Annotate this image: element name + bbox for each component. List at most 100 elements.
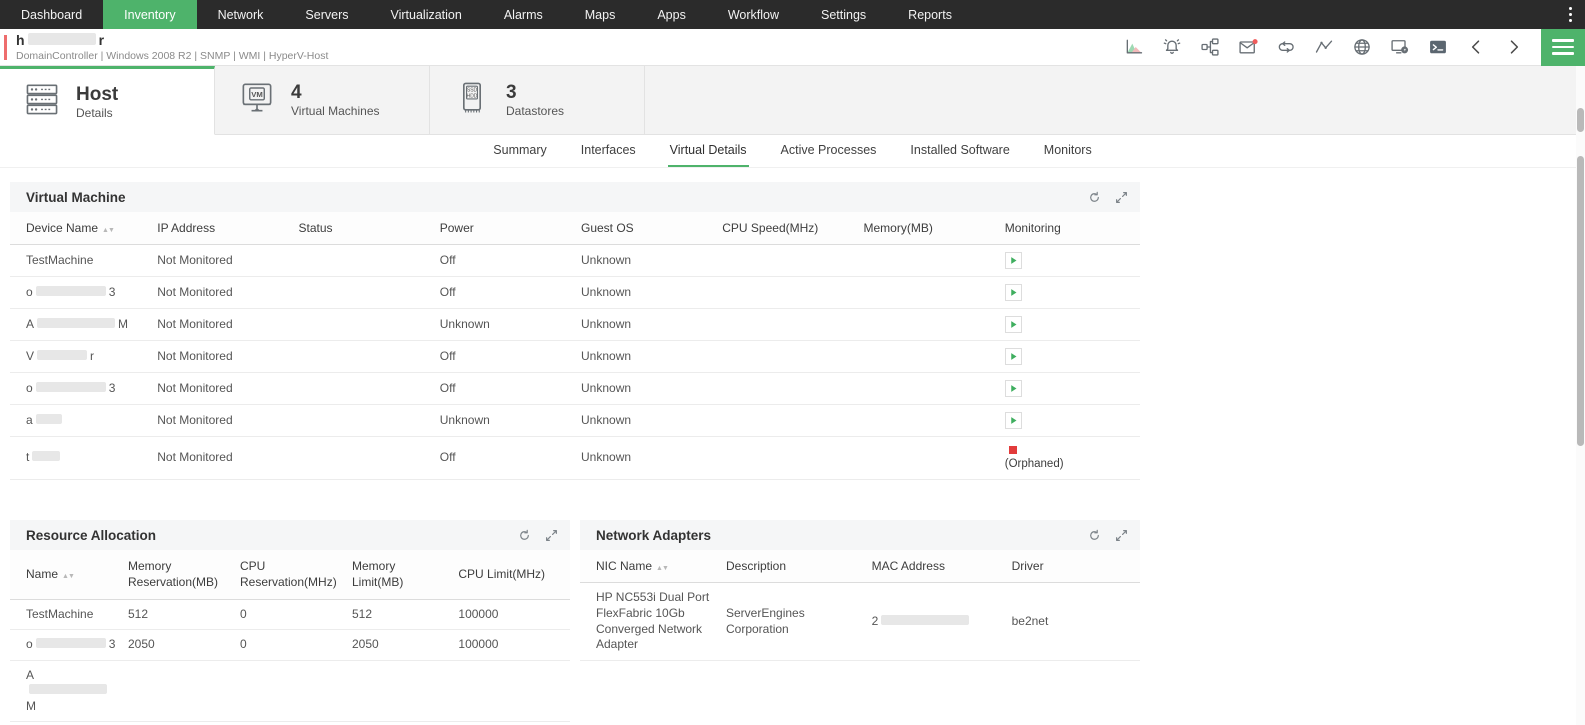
memory-cell xyxy=(858,245,999,277)
kebab-menu-icon[interactable] xyxy=(1555,0,1585,29)
ip-address-cell: Not Monitored xyxy=(151,437,292,480)
terminal-icon[interactable] xyxy=(1423,35,1453,59)
power-cell: Unknown xyxy=(434,309,575,341)
expand-icon[interactable] xyxy=(1115,529,1128,542)
nav-item-network[interactable]: Network xyxy=(197,0,285,29)
host-status-accent xyxy=(4,35,7,60)
topology-icon[interactable] xyxy=(1195,35,1225,59)
subtab-virtual-details[interactable]: Virtual Details xyxy=(668,137,749,167)
subtab-summary[interactable]: Summary xyxy=(491,137,548,167)
hamburger-menu-icon[interactable] xyxy=(1541,29,1585,66)
vm-table-row: t Not Monitored Off Unknown (Orphaned) xyxy=(10,437,1140,480)
nav-item-apps[interactable]: Apps xyxy=(636,0,707,29)
device-name-cell: Vr xyxy=(10,341,151,373)
status-cell xyxy=(293,373,434,405)
nav-item-servers[interactable]: Servers xyxy=(284,0,369,29)
memory-limit-cell: 512 xyxy=(346,599,452,630)
column-header[interactable]: CPU Speed(MHz) xyxy=(716,212,857,245)
line-graph-icon[interactable] xyxy=(1309,35,1339,59)
column-header[interactable]: CPU Limit(MHz) xyxy=(452,550,570,599)
ip-address-cell: Not Monitored xyxy=(151,245,292,277)
column-header[interactable]: Memory Reservation(MB) xyxy=(122,550,234,599)
chevron-left-icon[interactable] xyxy=(1461,35,1491,59)
start-monitoring-button[interactable] xyxy=(1005,252,1022,269)
scrollbar-thumb[interactable] xyxy=(1577,156,1584,446)
opmanager-screen: DashboardInventoryNetworkServersVirtuali… xyxy=(0,0,1585,725)
entity-tab-strip: Host Details VM 4 Virtual Machines SSDHD… xyxy=(0,66,1585,135)
refresh-icon[interactable] xyxy=(1088,191,1101,204)
start-monitoring-button[interactable] xyxy=(1005,348,1022,365)
redacted-text xyxy=(36,414,62,424)
mail-notification-icon[interactable] xyxy=(1233,35,1263,59)
link-icon[interactable] xyxy=(1271,35,1301,59)
cpu-reservation-cell: 0 xyxy=(234,630,346,661)
area-chart-icon[interactable] xyxy=(1119,35,1149,59)
cpu-reservation-cell xyxy=(234,660,346,722)
expand-icon[interactable] xyxy=(545,529,558,542)
column-header[interactable]: CPU Reservation(MHz) xyxy=(234,550,346,599)
column-header[interactable]: Memory(MB) xyxy=(858,212,999,245)
host-toolbar xyxy=(1115,29,1585,65)
subtab-active-processes[interactable]: Active Processes xyxy=(779,137,879,167)
column-header[interactable]: Memory Limit(MB) xyxy=(346,550,452,599)
cpu-speed-cell xyxy=(716,405,857,437)
resource-allocation-panel-header: Resource Allocation xyxy=(10,520,570,550)
vm-table-row: o3 Not Monitored Off Unknown xyxy=(10,373,1140,405)
cpu-speed-cell xyxy=(716,437,857,480)
start-monitoring-button[interactable] xyxy=(1005,412,1022,429)
entity-tab-virtual-machines[interactable]: VM 4 Virtual Machines xyxy=(215,66,430,134)
memory-cell xyxy=(858,405,999,437)
nav-item-virtualization[interactable]: Virtualization xyxy=(370,0,483,29)
column-header[interactable]: Guest OS xyxy=(575,212,716,245)
panel-actions xyxy=(1088,529,1128,542)
memory-cell xyxy=(858,373,999,405)
nav-item-workflow[interactable]: Workflow xyxy=(707,0,800,29)
remote-session-icon[interactable] xyxy=(1385,35,1415,59)
nav-item-dashboard[interactable]: Dashboard xyxy=(0,0,103,29)
network-adapters-table: NIC Name▲▼DescriptionMAC AddressDriver H… xyxy=(580,550,1140,661)
globe-icon[interactable] xyxy=(1347,35,1377,59)
refresh-icon[interactable] xyxy=(1088,529,1101,542)
column-header[interactable]: MAC Address xyxy=(866,550,1006,583)
nav-item-inventory[interactable]: Inventory xyxy=(103,0,196,29)
power-cell: Off xyxy=(434,277,575,309)
column-header[interactable]: Device Name▲▼ xyxy=(10,212,151,245)
subtab-installed-software[interactable]: Installed Software xyxy=(908,137,1011,167)
column-header[interactable]: Driver xyxy=(1006,550,1140,583)
resource-table: Name▲▼Memory Reservation(MB)CPU Reservat… xyxy=(10,550,570,725)
alarm-bell-icon[interactable] xyxy=(1157,35,1187,59)
column-header[interactable]: Power xyxy=(434,212,575,245)
redacted-text xyxy=(32,451,60,461)
nav-item-reports[interactable]: Reports xyxy=(887,0,973,29)
device-name-cell: t xyxy=(10,437,151,480)
column-header[interactable]: NIC Name▲▼ xyxy=(580,550,720,583)
column-header[interactable]: IP Address xyxy=(151,212,292,245)
nav-item-maps[interactable]: Maps xyxy=(564,0,637,29)
start-monitoring-button[interactable] xyxy=(1005,284,1022,301)
top-nav: DashboardInventoryNetworkServersVirtuali… xyxy=(0,0,1585,29)
nav-item-alarms[interactable]: Alarms xyxy=(483,0,564,29)
column-header[interactable]: Description xyxy=(720,550,866,583)
column-header[interactable]: Status xyxy=(293,212,434,245)
start-monitoring-button[interactable] xyxy=(1005,316,1022,333)
refresh-icon[interactable] xyxy=(518,529,531,542)
subtab-interfaces[interactable]: Interfaces xyxy=(579,137,638,167)
chevron-right-icon[interactable] xyxy=(1499,35,1529,59)
monitoring-cell xyxy=(999,405,1140,437)
name-cell: o3 xyxy=(10,630,122,661)
entity-tab-details[interactable]: Host Details xyxy=(0,66,215,135)
ssd-hdd-icon: SSDHDD xyxy=(452,78,492,123)
expand-icon[interactable] xyxy=(1115,191,1128,204)
scrollbar-thumb[interactable] xyxy=(1577,108,1584,132)
column-header[interactable]: Monitoring xyxy=(999,212,1140,245)
column-header[interactable]: Name▲▼ xyxy=(10,550,122,599)
mac-address-cell: 2 xyxy=(866,583,1006,660)
subtab-bar: Summary Interfaces Virtual Details Active P… xyxy=(0,135,1585,168)
page-scrollbar[interactable] xyxy=(1576,66,1585,725)
panel-title: Network Adapters xyxy=(596,528,711,543)
nav-item-settings[interactable]: Settings xyxy=(800,0,887,29)
start-monitoring-button[interactable] xyxy=(1005,380,1022,397)
svg-text:HDD: HDD xyxy=(467,93,478,99)
entity-tab-datastores[interactable]: SSDHDD 3 Datastores xyxy=(430,66,645,134)
subtab-monitors[interactable]: Monitors xyxy=(1042,137,1094,167)
